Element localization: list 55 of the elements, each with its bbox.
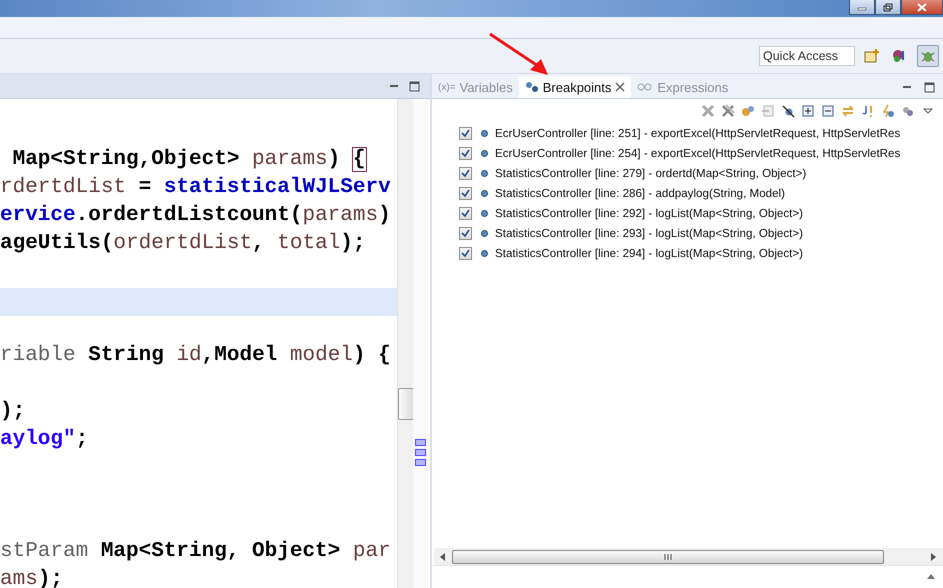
breakpoint-entry[interactable]: EcrUserController [line: 254] - exportExcel(HttpServletRequest, HttpServletRes [495, 146, 900, 160]
breakpoint-icon [481, 210, 488, 216]
scroll-up-icon [927, 574, 935, 580]
collapse-all-icon[interactable] [821, 104, 835, 118]
breakpoint-icon [481, 150, 488, 156]
checkbox[interactable] [459, 166, 472, 180]
breakpoint-entry[interactable]: StatisticsController [line: 292] - logList(Map<String, Object>) [495, 206, 804, 220]
slashed-dot-icon[interactable] [781, 104, 795, 118]
vertical-scrollbar[interactable] [397, 99, 413, 588]
breakpoint-entry[interactable]: EcrUserController [line: 251] - exportExcel(HttpServletRequest, HttpServletRes [495, 126, 900, 140]
checkbox[interactable] [459, 226, 472, 240]
breakpoint-entry[interactable]: StatisticsController [line: 293] - logList(Map<String, Object>) [495, 226, 804, 240]
checkbox[interactable] [459, 126, 472, 140]
lightning-dot-icon[interactable] [881, 104, 895, 118]
gears-icon[interactable] [741, 104, 755, 118]
minimize-button[interactable] [849, 0, 875, 15]
breakpoint-icon [481, 130, 488, 136]
scrollbar-thumb[interactable] [398, 388, 414, 420]
arrow-annotation [488, 32, 550, 76]
occurrence-mark[interactable] [415, 459, 426, 466]
breakpoint-icon [481, 230, 488, 236]
variables-icon: (x)= [438, 82, 456, 92]
glasses-icon [637, 81, 654, 93]
perspective-button[interactable] [917, 45, 939, 67]
breakpoint-entry[interactable]: StatisticsController [line: 286] - addpaylog(String, Model) [495, 186, 785, 200]
restore-icon [883, 2, 893, 12]
restore-button[interactable] [875, 0, 901, 15]
breakpoint-entry[interactable]: StatisticsController [line: 279] - ordertd(Map<String, Object>) [495, 166, 806, 180]
close-button[interactable] [901, 0, 943, 15]
close-icon [917, 2, 927, 12]
window-plus-icon [864, 48, 880, 64]
checkbox[interactable] [459, 246, 472, 260]
breakpoint-dots-icon [524, 81, 539, 93]
breakpoint-icon [481, 170, 488, 176]
expand-all-icon[interactable] [801, 104, 815, 118]
breakpoint-icon [481, 190, 488, 196]
quick-access-field[interactable]: Quick Access [759, 46, 855, 66]
scroll-right-icon [931, 552, 937, 560]
scrollbar-thumb[interactable] [452, 550, 884, 564]
view-tab[interactable]: Breakpoints [518, 76, 632, 98]
checkbox[interactable] [459, 186, 472, 200]
breakpoint-entry[interactable]: StatisticsController [line: 294] - logList(Map<String, Object>) [495, 246, 804, 260]
maximize-icon[interactable] [409, 80, 420, 92]
close-icon [615, 82, 626, 92]
scroll-left-icon [440, 552, 446, 560]
occurrence-mark[interactable] [415, 449, 426, 456]
checkbox[interactable] [459, 206, 472, 220]
maximize-icon[interactable] [924, 82, 935, 93]
remove-all-icon[interactable] [721, 104, 735, 118]
exception-icon[interactable] [861, 104, 875, 118]
horizontal-scrollbar[interactable] [434, 548, 943, 565]
checkbox[interactable] [459, 146, 472, 160]
breakpoint-icon [481, 250, 488, 256]
circles-icon[interactable] [901, 104, 915, 118]
occurrence-mark[interactable] [415, 439, 426, 446]
